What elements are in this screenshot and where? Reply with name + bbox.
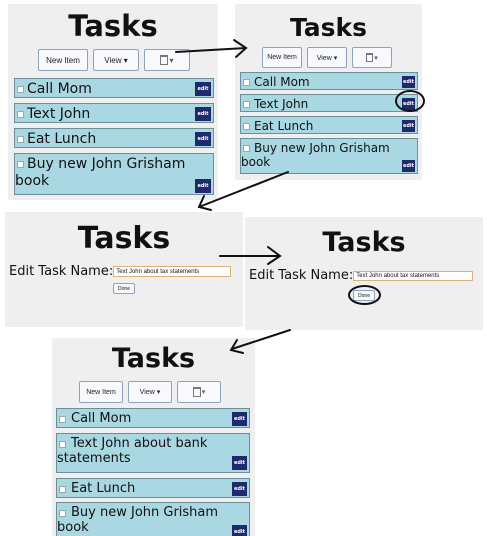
flow-arrow-icon xyxy=(175,39,291,354)
